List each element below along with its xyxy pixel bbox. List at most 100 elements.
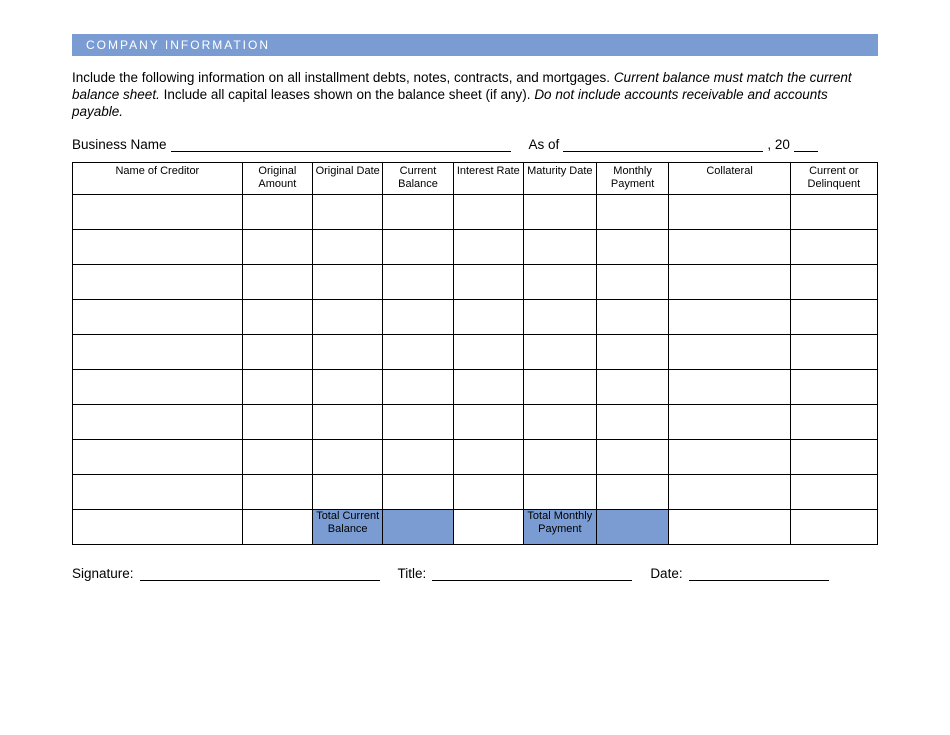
cell[interactable] — [313, 335, 383, 370]
cell[interactable] — [73, 265, 243, 300]
cell[interactable] — [383, 195, 453, 230]
cell[interactable] — [596, 440, 669, 475]
cell[interactable] — [669, 300, 790, 335]
cell[interactable] — [313, 265, 383, 300]
title-field[interactable] — [432, 566, 632, 581]
cell[interactable] — [790, 230, 877, 265]
cell[interactable] — [669, 440, 790, 475]
cell[interactable] — [453, 440, 523, 475]
cell[interactable] — [242, 335, 312, 370]
cell[interactable] — [523, 440, 596, 475]
cell[interactable] — [669, 230, 790, 265]
instr-text-2: Include all capital leases shown on the … — [160, 87, 534, 102]
cell[interactable] — [596, 265, 669, 300]
cell[interactable] — [73, 405, 243, 440]
cell[interactable] — [383, 265, 453, 300]
cell[interactable] — [73, 370, 243, 405]
cell[interactable] — [523, 195, 596, 230]
cell[interactable] — [313, 440, 383, 475]
cell[interactable] — [73, 335, 243, 370]
cell[interactable] — [242, 195, 312, 230]
cell[interactable] — [790, 195, 877, 230]
cell[interactable] — [453, 335, 523, 370]
col-orig-date: Original Date — [313, 163, 383, 195]
cell[interactable] — [453, 230, 523, 265]
cell[interactable] — [596, 230, 669, 265]
cell[interactable] — [242, 265, 312, 300]
cell[interactable] — [523, 370, 596, 405]
cell[interactable] — [383, 475, 453, 510]
col-status: Current or Delinquent — [790, 163, 877, 195]
cell[interactable] — [790, 265, 877, 300]
cell[interactable] — [73, 195, 243, 230]
cell[interactable] — [383, 335, 453, 370]
cell[interactable] — [313, 405, 383, 440]
as-of-date-field[interactable] — [563, 138, 763, 153]
signature-line: Signature: Title: Date: — [72, 563, 878, 581]
cell[interactable] — [383, 230, 453, 265]
cell[interactable] — [453, 300, 523, 335]
cell — [669, 510, 790, 545]
cell[interactable] — [453, 265, 523, 300]
cell[interactable] — [313, 195, 383, 230]
cell[interactable] — [596, 370, 669, 405]
cell[interactable] — [790, 370, 877, 405]
cell[interactable] — [453, 195, 523, 230]
cell[interactable] — [242, 370, 312, 405]
total-monthly-payment-value[interactable] — [596, 510, 669, 545]
cell[interactable] — [596, 300, 669, 335]
date-field[interactable] — [689, 566, 829, 581]
cell[interactable] — [669, 335, 790, 370]
cell[interactable] — [669, 475, 790, 510]
cell[interactable] — [669, 265, 790, 300]
totals-row: Total Current Balance Total Monthly Paym… — [73, 510, 878, 545]
cell[interactable] — [523, 335, 596, 370]
total-current-balance-label: Total Current Balance — [313, 510, 383, 545]
cell[interactable] — [790, 335, 877, 370]
business-name-field[interactable] — [171, 138, 511, 153]
cell[interactable] — [790, 300, 877, 335]
cell[interactable] — [523, 475, 596, 510]
cell[interactable] — [73, 440, 243, 475]
cell[interactable] — [523, 230, 596, 265]
business-name-line: Business Name As of , 20 — [72, 135, 878, 153]
cell[interactable] — [790, 440, 877, 475]
cell[interactable] — [453, 405, 523, 440]
cell[interactable] — [242, 300, 312, 335]
cell — [73, 510, 243, 545]
cell[interactable] — [313, 370, 383, 405]
cell[interactable] — [523, 405, 596, 440]
cell[interactable] — [383, 370, 453, 405]
cell[interactable] — [669, 195, 790, 230]
cell[interactable] — [242, 440, 312, 475]
cell[interactable] — [453, 475, 523, 510]
cell[interactable] — [453, 370, 523, 405]
cell[interactable] — [383, 300, 453, 335]
cell[interactable] — [73, 300, 243, 335]
cell[interactable] — [383, 405, 453, 440]
signature-field[interactable] — [140, 566, 380, 581]
cell[interactable] — [313, 230, 383, 265]
total-current-balance-value[interactable] — [383, 510, 453, 545]
cell[interactable] — [313, 475, 383, 510]
cell[interactable] — [596, 195, 669, 230]
cell[interactable] — [73, 230, 243, 265]
cell[interactable] — [523, 265, 596, 300]
cell[interactable] — [596, 405, 669, 440]
cell[interactable] — [790, 405, 877, 440]
cell[interactable] — [669, 370, 790, 405]
cell[interactable] — [313, 300, 383, 335]
cell[interactable] — [73, 475, 243, 510]
cell[interactable] — [790, 475, 877, 510]
year-field[interactable] — [794, 138, 818, 153]
cell[interactable] — [242, 405, 312, 440]
cell[interactable] — [669, 405, 790, 440]
cell[interactable] — [242, 230, 312, 265]
cell[interactable] — [383, 440, 453, 475]
cell[interactable] — [242, 475, 312, 510]
cell[interactable] — [523, 300, 596, 335]
col-collateral: Collateral — [669, 163, 790, 195]
cell[interactable] — [596, 475, 669, 510]
cell[interactable] — [596, 335, 669, 370]
table-row — [73, 475, 878, 510]
